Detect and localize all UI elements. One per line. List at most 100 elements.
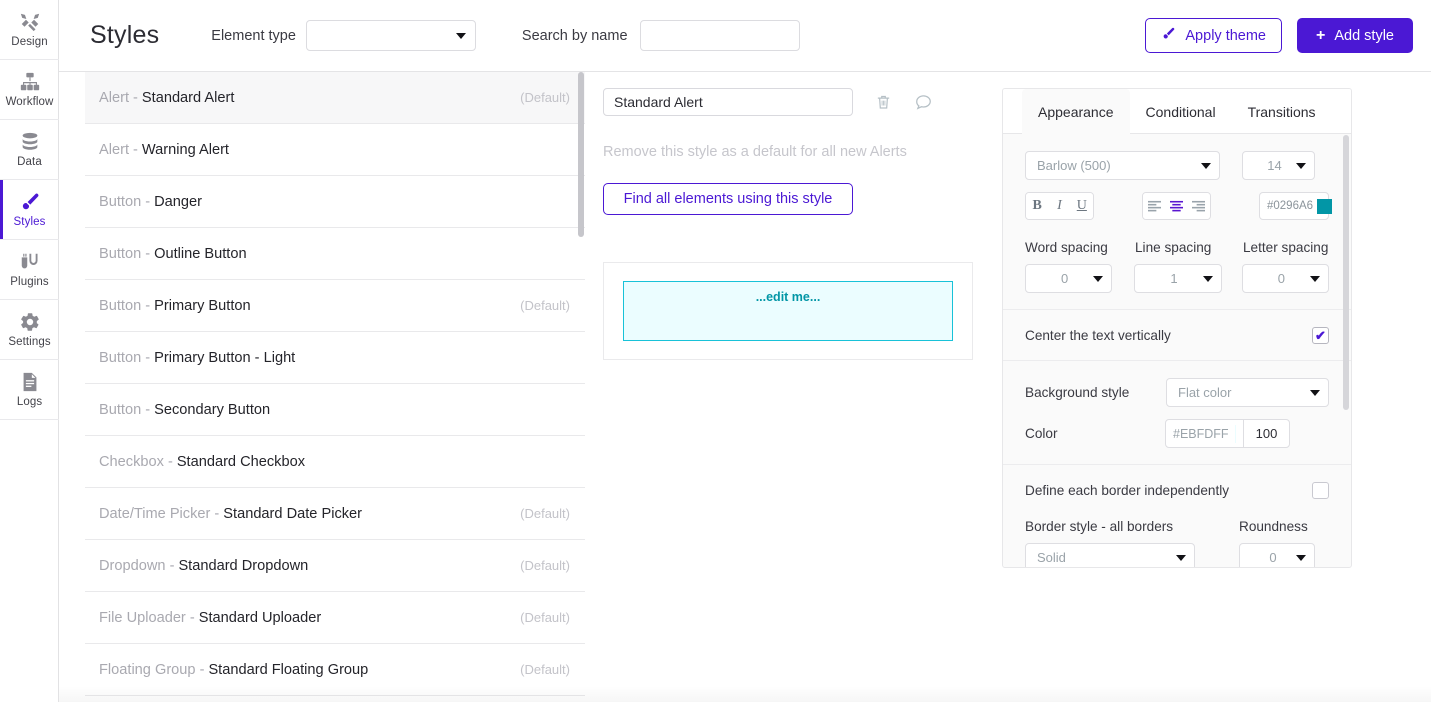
background-color-row: Color #EBFDFF 100	[1025, 419, 1329, 448]
style-name-row	[603, 88, 988, 116]
border-independent-checkbox[interactable]	[1312, 482, 1329, 499]
border-independent-row: Define each border independently	[1025, 482, 1329, 499]
comment-icon[interactable]	[914, 93, 933, 111]
tab-transitions[interactable]: Transitions	[1232, 89, 1332, 134]
trash-icon[interactable]	[875, 93, 892, 111]
italic-button[interactable]: I	[1048, 193, 1071, 219]
sidebar-item-label: Logs	[16, 396, 43, 408]
style-row-name: Standard Uploader	[198, 609, 322, 626]
element-type-select[interactable]	[305, 20, 476, 51]
style-list-row[interactable]: Date/Time Picker - Standard Date Picker …	[85, 488, 585, 540]
add-style-button[interactable]: + Add style	[1297, 18, 1413, 53]
background-style-label: Background style	[1025, 385, 1130, 400]
settings-icon	[19, 311, 41, 333]
logs-icon	[19, 371, 41, 393]
style-row-name: Standard Date Picker	[223, 505, 363, 522]
chevron-down-icon	[1309, 275, 1320, 282]
border-style-value: Solid	[1037, 550, 1066, 565]
sidebar-item-styles[interactable]: Styles	[0, 180, 59, 240]
underline-button[interactable]: U	[1070, 193, 1093, 219]
center-vertically-checkbox[interactable]: ✔	[1312, 327, 1329, 344]
font-size-select[interactable]: 14	[1242, 151, 1315, 180]
spacing-labels: Word spacing Line spacing Letter spacing	[1025, 240, 1329, 255]
styles-icon	[19, 191, 41, 213]
word-spacing-value: 0	[1061, 271, 1069, 286]
style-row-default-badge: (Default)	[520, 662, 570, 677]
text-format-row: B I U #0296A6	[1025, 192, 1333, 220]
background-color-hex[interactable]: #EBFDFF	[1166, 420, 1244, 447]
background-style-select[interactable]: Flat color	[1166, 378, 1329, 407]
apply-theme-button[interactable]: Apply theme	[1145, 18, 1282, 53]
roundness-label: Roundness	[1239, 519, 1308, 534]
search-by-name-filter: Search by name	[522, 20, 800, 51]
style-row-name: Primary Button - Light	[154, 349, 296, 366]
properties-tabs: Appearance Conditional Transitions	[1003, 89, 1351, 135]
sidebar-item-design[interactable]: Design	[0, 0, 59, 60]
sidebar-item-label: Workflow	[5, 96, 54, 108]
find-elements-button[interactable]: Find all elements using this style	[603, 183, 853, 215]
default-note: Remove this style as a default for all n…	[603, 144, 907, 160]
header-actions: Apply theme + Add style	[1145, 18, 1413, 53]
style-list-row[interactable]: Button - Outline Button	[85, 228, 585, 280]
align-left-icon[interactable]	[1143, 193, 1166, 219]
align-right-icon[interactable]	[1187, 193, 1210, 219]
style-row-name: Standard Floating Group	[208, 661, 369, 678]
font-color-swatch[interactable]	[1317, 198, 1333, 214]
letter-spacing-select[interactable]: 0	[1241, 264, 1329, 293]
chevron-down-icon	[455, 32, 466, 39]
style-list[interactable]: Alert - Standard Alert (Default) Alert -…	[85, 72, 585, 702]
font-family-select[interactable]: Barlow (500)	[1025, 151, 1220, 180]
chevron-down-icon	[1201, 162, 1211, 169]
style-row-default-badge: (Default)	[520, 558, 570, 573]
sidebar-item-logs[interactable]: Logs	[0, 360, 59, 420]
style-list-row[interactable]: File Uploader - Standard Uploader (Defau…	[85, 592, 585, 644]
center-vertically-section: Center the text vertically ✔	[1003, 310, 1351, 361]
style-list-row[interactable]: Button - Primary Button - Light	[85, 332, 585, 384]
style-row-default-badge: (Default)	[520, 610, 570, 625]
chevron-down-icon	[1093, 275, 1104, 282]
style-list-row[interactable]: Button - Danger	[85, 176, 585, 228]
sidebar-item-data[interactable]: Data	[0, 120, 59, 180]
sidebar-item-settings[interactable]: Settings	[0, 300, 59, 360]
style-list-row[interactable]: Button - Primary Button (Default)	[85, 280, 585, 332]
letter-spacing-value: 0	[1277, 271, 1285, 286]
border-style-select[interactable]: Solid	[1025, 543, 1195, 567]
sidebar-item-workflow[interactable]: Workflow	[0, 60, 59, 120]
style-list-row[interactable]: Floating Group - Standard Floating Group…	[85, 644, 585, 696]
style-list-row[interactable]: Alert - Warning Alert	[85, 124, 585, 176]
style-row-default-badge: (Default)	[520, 298, 570, 313]
style-list-row[interactable]: Dropdown - Standard Dropdown (Default)	[85, 540, 585, 592]
text-align-group	[1142, 192, 1211, 220]
line-spacing-select[interactable]: 1	[1134, 264, 1222, 293]
sidebar-item-plugins[interactable]: Plugins	[0, 240, 59, 300]
font-color-field[interactable]: #0296A6	[1259, 192, 1333, 220]
style-row-type: File Uploader -	[99, 609, 195, 626]
properties-panel: Appearance Conditional Transitions Barlo…	[1002, 88, 1352, 568]
style-row-type: Button -	[99, 297, 151, 314]
style-list-row[interactable]: Alert - Standard Alert (Default)	[85, 72, 585, 124]
style-detail-panel: Remove this style as a default for all n…	[603, 88, 988, 360]
word-spacing-select[interactable]: 0	[1025, 264, 1113, 293]
border-section: Define each border independently Border …	[1003, 465, 1351, 567]
style-row-type: Button -	[99, 401, 151, 418]
style-row-name: Danger	[154, 193, 202, 210]
background-color-opacity[interactable]: 100	[1244, 420, 1289, 447]
style-list-row[interactable]: Checkbox - Standard Checkbox	[85, 436, 585, 488]
background-color-swatch[interactable]	[1234, 424, 1236, 443]
tab-conditional[interactable]: Conditional	[1130, 89, 1232, 134]
style-list-row[interactable]: Button - Secondary Button	[85, 384, 585, 436]
preview-alert[interactable]: ...edit me...	[623, 281, 953, 341]
background-color-field[interactable]: #EBFDFF 100	[1165, 419, 1290, 448]
bold-button[interactable]: B	[1026, 193, 1049, 219]
roundness-select[interactable]: 0	[1239, 543, 1315, 567]
style-list-scrollbar-thumb[interactable]	[578, 72, 584, 237]
tab-appearance[interactable]: Appearance	[1022, 89, 1130, 135]
border-style-label: Border style - all borders	[1025, 519, 1174, 534]
background-section: Background style Flat color Color #EBFDF…	[1003, 361, 1351, 465]
style-name-input[interactable]	[603, 88, 853, 116]
preview-alert-text: ...edit me...	[755, 290, 821, 304]
workflow-icon	[19, 71, 41, 93]
properties-scrollbar-thumb[interactable]	[1343, 135, 1349, 410]
search-input[interactable]	[639, 20, 800, 51]
align-center-icon[interactable]	[1165, 193, 1188, 219]
